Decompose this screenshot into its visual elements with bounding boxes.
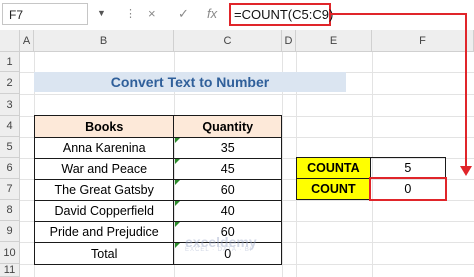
watermark-tagline: EXCEL · DATA · BI <box>185 247 253 253</box>
watermark: exceldemy EXCEL · DATA · BI <box>185 234 257 253</box>
arrow-line <box>331 13 467 168</box>
arrow-head-icon <box>460 166 472 176</box>
